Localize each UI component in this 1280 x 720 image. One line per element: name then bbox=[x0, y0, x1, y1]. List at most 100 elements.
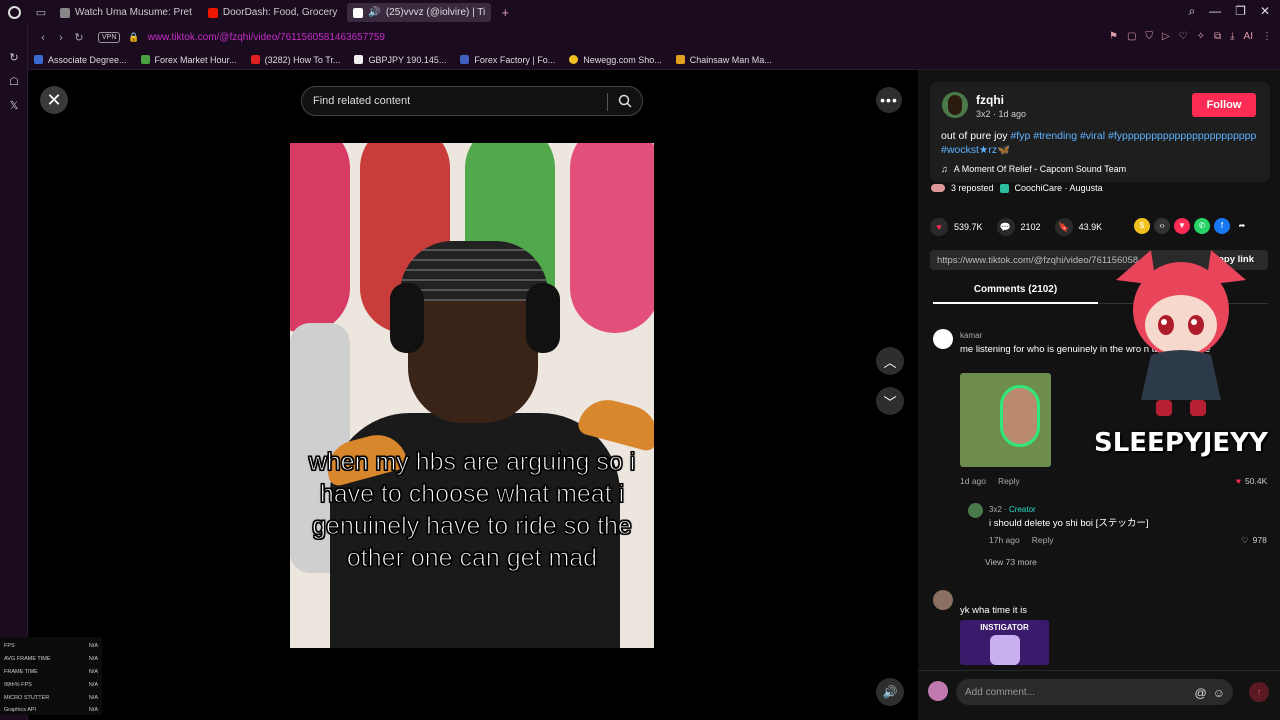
bookmark-item[interactable]: Newegg.com Sho... bbox=[569, 55, 662, 65]
bookmark-item[interactable]: Forex Factory | Fo... bbox=[460, 55, 555, 65]
hashtag[interactable]: #viral bbox=[1080, 130, 1105, 142]
music-line[interactable]: ♫ A Moment Of Relief - Capcom Sound Team bbox=[941, 164, 1126, 174]
copy-icon[interactable]: ⧉ bbox=[1214, 31, 1221, 42]
follow-button[interactable]: Follow bbox=[1192, 93, 1256, 117]
butterfly-emoji: 🦋 bbox=[997, 144, 1011, 156]
comment-image[interactable] bbox=[960, 373, 1051, 467]
new-tab-button[interactable]: + bbox=[495, 5, 515, 20]
avatar[interactable] bbox=[933, 590, 953, 610]
bookmark-item[interactable]: Chainsaw Man Ma... bbox=[675, 55, 772, 65]
location[interactable]: CoochiCare · Augusta bbox=[1015, 183, 1103, 193]
gift-icon[interactable]: $ bbox=[1134, 218, 1150, 234]
repost-count[interactable]: 3 reposted bbox=[951, 183, 994, 193]
search-tabs-icon[interactable]: ⌕ bbox=[1188, 4, 1195, 19]
music-title: A Moment Of Relief - Capcom Sound Team bbox=[953, 164, 1127, 174]
heart-icon[interactable]: ♡ bbox=[1179, 31, 1188, 42]
close-window-icon[interactable]: ✕ bbox=[1260, 4, 1270, 19]
bookmark-item[interactable]: GBPJPY 190.145... bbox=[354, 55, 446, 65]
comment-like[interactable]: ♡ 978 bbox=[1241, 535, 1267, 546]
search-icon[interactable] bbox=[618, 94, 632, 108]
comment-author[interactable]: kamar bbox=[960, 331, 982, 340]
lock-icon[interactable]: 🔒 bbox=[128, 32, 139, 43]
tab-label: Watch Uma Musume: Pret bbox=[75, 7, 192, 18]
reload-icon[interactable]: ↻ bbox=[70, 31, 88, 44]
history-icon[interactable]: ↻ bbox=[0, 45, 28, 69]
tab-comments[interactable]: Comments (2102) bbox=[933, 276, 1098, 304]
stat-label: 99th% FPS bbox=[4, 681, 32, 688]
username[interactable]: fzqhi bbox=[976, 93, 1004, 107]
comment-button[interactable]: 💬 2102 bbox=[996, 218, 1041, 236]
tab-label: (25)vvvz (@iolvire) | Ti bbox=[385, 7, 486, 18]
forward-icon[interactable]: › bbox=[52, 32, 70, 44]
embed-icon[interactable]: ‹› bbox=[1154, 218, 1170, 234]
hashtag[interactable]: #fyppppppppppppppppppppppp bbox=[1108, 130, 1256, 142]
comment-icon: 💬 bbox=[996, 218, 1015, 236]
tab-uma-musume[interactable]: Watch Uma Musume: Pret bbox=[54, 3, 198, 22]
save-button[interactable]: 🔖 43.9K bbox=[1054, 218, 1103, 236]
bookmark-item[interactable]: Forex Market Hour... bbox=[140, 55, 237, 65]
whatsapp-icon[interactable]: ✆ bbox=[1194, 218, 1210, 234]
x-twitter-icon[interactable]: 𝕏 bbox=[0, 93, 28, 117]
reply-button[interactable]: Reply bbox=[1032, 535, 1054, 545]
next-video-button[interactable]: ﹀ bbox=[876, 387, 904, 415]
plush-doll-overlay bbox=[1116, 250, 1246, 416]
save-count: 43.9K bbox=[1078, 222, 1103, 232]
avatar[interactable] bbox=[933, 329, 953, 349]
download-icon[interactable]: ⤓ bbox=[1230, 31, 1234, 42]
like-button[interactable]: ♥ 539.7K bbox=[930, 218, 983, 236]
comment-text: i should delete yo shi boi [ステッカー] bbox=[989, 518, 1149, 529]
previous-video-button[interactable]: ︿ bbox=[876, 347, 904, 375]
hashtag[interactable]: #trending bbox=[1033, 130, 1077, 142]
view-more-replies[interactable]: View 73 more bbox=[985, 557, 1037, 567]
extensions-icon[interactable]: ✧ bbox=[1197, 31, 1205, 42]
bookmark-icon[interactable]: ⚑ bbox=[1109, 31, 1118, 42]
speaker-icon: 🔊 bbox=[368, 7, 381, 18]
restore-icon[interactable]: ❐ bbox=[1235, 4, 1246, 19]
share-icon[interactable]: ➦ bbox=[1234, 218, 1250, 234]
menu-icon[interactable]: ⋮ bbox=[1262, 31, 1272, 42]
tab-doordash[interactable]: DoorDash: Food, Grocery bbox=[202, 3, 344, 22]
comment-image[interactable]: INSTIGATOR bbox=[960, 620, 1049, 665]
minimize-icon[interactable]: — bbox=[1209, 4, 1221, 19]
workspaces-icon[interactable]: ▭ bbox=[28, 0, 54, 25]
emoji-icon[interactable]: ☺ bbox=[1213, 686, 1225, 700]
avatar[interactable] bbox=[968, 503, 983, 518]
mention-icon[interactable]: @ bbox=[1195, 686, 1207, 700]
search-input[interactable]: Find related content bbox=[301, 86, 643, 116]
headphone-right bbox=[526, 283, 560, 353]
hashtag[interactable]: #wockst★rz bbox=[941, 144, 997, 156]
snapshot-icon[interactable]: ▢ bbox=[1127, 31, 1136, 42]
bookmark-icon: 🔖 bbox=[1054, 218, 1073, 236]
bag-icon[interactable]: ☖ bbox=[0, 69, 28, 93]
hashtag[interactable]: #fyp bbox=[1010, 130, 1030, 142]
video-player[interactable]: when my hbs are arguing so i have to cho… bbox=[290, 143, 654, 648]
vpn-badge[interactable]: VPN bbox=[98, 32, 121, 43]
reply-button[interactable]: Reply bbox=[998, 476, 1020, 486]
ai-icon[interactable]: AI bbox=[1244, 31, 1253, 42]
bookmark-favicon-icon bbox=[460, 55, 470, 64]
bookmark-item[interactable]: Associate Degree... bbox=[34, 55, 127, 65]
comment-input[interactable]: Add comment... @ ☺ bbox=[956, 679, 1233, 705]
bookmark-item[interactable]: (3282) How To Tr... bbox=[250, 55, 340, 65]
avatar[interactable] bbox=[942, 92, 968, 118]
close-video-button[interactable]: ✕ bbox=[40, 86, 68, 114]
tab-tiktok[interactable]: 🔊 (25)vvvz (@iolvire) | Ti bbox=[347, 3, 492, 22]
stats-row: AVG FRAME TIME N/A bbox=[4, 653, 98, 666]
comment-author[interactable]: 3x2 · Creator bbox=[989, 505, 1036, 514]
comment-text: yk wha time it is bbox=[960, 605, 1028, 616]
streamer-name-overlay: SLEEPYJEYY bbox=[1094, 428, 1268, 458]
comment-like[interactable]: ♥ 50.4K bbox=[1236, 476, 1267, 486]
facebook-icon[interactable]: f bbox=[1214, 218, 1230, 234]
opera-logo-icon[interactable] bbox=[0, 0, 28, 25]
volume-button[interactable]: 🔊 bbox=[876, 678, 904, 706]
send-comment-button[interactable]: ↑ bbox=[1249, 682, 1269, 702]
play-icon[interactable]: ▷ bbox=[1162, 31, 1170, 42]
send-icon[interactable]: ▼ bbox=[1174, 218, 1190, 234]
more-options-button[interactable]: ••• bbox=[876, 87, 902, 113]
skateboard-deck bbox=[570, 143, 654, 333]
image-caption: INSTIGATOR bbox=[980, 623, 1029, 632]
url-field[interactable]: www.tiktok.com/@fzqhi/video/761156058146… bbox=[148, 32, 385, 43]
shield-icon[interactable]: ⛉ bbox=[1145, 31, 1153, 42]
comment-time: 17h ago bbox=[989, 535, 1020, 545]
back-icon[interactable]: ‹ bbox=[34, 32, 52, 44]
